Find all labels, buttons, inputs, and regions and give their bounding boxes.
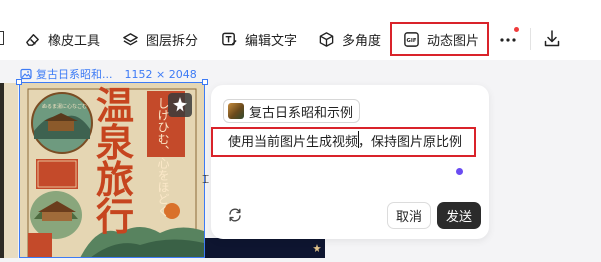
notification-dot [514, 27, 519, 32]
adjacent-night-image[interactable] [205, 238, 325, 258]
prompt-input[interactable]: 使用当前图片生成视频，保持图片原比例 [228, 131, 462, 150]
text-caret [358, 131, 359, 148]
cancel-button[interactable]: 取消 [387, 202, 431, 229]
reference-image-chip[interactable]: 复古日系昭和示例 [223, 99, 361, 123]
edit-text-label: 编辑文字 [245, 33, 298, 49]
reference-thumbnail [228, 103, 244, 119]
resize-handle-top-right[interactable] [202, 79, 208, 85]
cursor-icon: ⌶ [202, 172, 210, 186]
refresh-icon [229, 208, 241, 222]
multi-angle-button[interactable]: 多角度 [318, 28, 381, 50]
resize-handle-top-left[interactable] [16, 79, 22, 85]
download-button[interactable] [543, 29, 561, 49]
poster-image[interactable]: 温 泉 旅 行 しけひむ、心をほどく ぬるま湯に心なごむ [20, 83, 204, 258]
poster-title: 温 泉 旅 行 [84, 83, 146, 239]
refresh-button[interactable] [227, 207, 243, 223]
eraser-tool-button[interactable]: 橡皮工具 [24, 28, 100, 50]
adjacent-image-edge [4, 83, 18, 258]
poster-title-char-1: 温 [95, 83, 134, 128]
reference-chip-label: 复古日系昭和示例 [249, 105, 354, 121]
poster-title-char-3: 旅 [95, 157, 134, 202]
poster-side-text: しけひむ、心をほどく [156, 97, 170, 217]
download-icon [544, 30, 560, 47]
layer-split-button[interactable]: 图层拆分 [122, 28, 198, 50]
cube-icon [319, 31, 334, 47]
multi-angle-label: 多角度 [342, 33, 382, 49]
image-dimensions: 1152 × 2048 [124, 67, 197, 81]
layers-icon [123, 32, 138, 45]
star-icon [313, 244, 321, 252]
poster-title-char-4: 行 [95, 194, 134, 239]
image-name: 复古日系昭和... [36, 68, 113, 81]
animated-image-highlight [390, 22, 489, 56]
send-button[interactable]: 发送 [437, 202, 481, 229]
layer-split-label: 图层拆分 [146, 33, 199, 49]
more-icon [500, 38, 516, 42]
cut-off-tool-icon[interactable] [0, 31, 4, 45]
eraser-icon [26, 33, 39, 46]
adjacent-image-strip[interactable] [0, 83, 18, 258]
more-options-button[interactable] [498, 30, 520, 48]
generate-prompt-panel: 复古日系昭和示例 使用当前图片生成视频，保持图片原比例 取消 发送 [211, 85, 489, 239]
eraser-tool-label: 橡皮工具 [48, 33, 101, 49]
status-dot [456, 168, 463, 175]
image-info-label: 复古日系昭和... 1152 × 2048 [20, 66, 197, 82]
poster-small-text: ぬるま湯に心なごむ [42, 104, 88, 110]
poster-title-char-2: 泉 [95, 120, 134, 165]
edit-text-button[interactable]: 编辑文字 [221, 28, 297, 50]
toolbar-divider [530, 28, 531, 50]
edit-text-icon [222, 32, 237, 45]
